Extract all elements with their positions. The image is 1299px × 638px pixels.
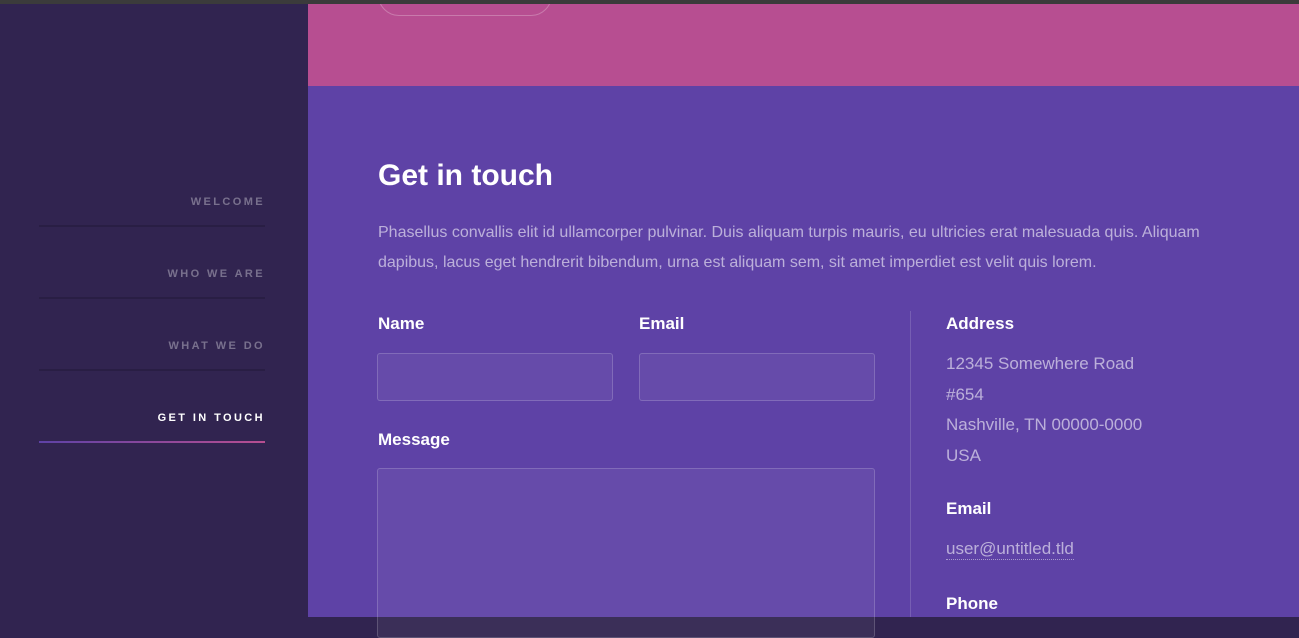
sidebar-item-underline: [39, 369, 265, 371]
page-title: Get in touch: [378, 159, 553, 192]
window-top-edge: [0, 0, 1299, 4]
sidebar-link-welcome[interactable]: Welcome: [191, 196, 265, 208]
sidebar-item-who-we-are: Who we are: [39, 262, 265, 334]
sidebar-item-what-we-do: What we do: [39, 334, 265, 406]
name-label: Name: [378, 314, 425, 333]
address-line: USA: [946, 445, 981, 465]
sidebar-item-welcome: Welcome: [39, 190, 265, 262]
address-heading: Address: [946, 314, 1015, 333]
sidebar-link-who-we-are[interactable]: Who we are: [167, 268, 265, 280]
address-line: #654: [946, 384, 984, 404]
phone-heading: Phone: [946, 594, 998, 613]
name-input[interactable]: [377, 353, 613, 401]
email-heading: Email: [946, 499, 992, 518]
message-label: Message: [378, 430, 450, 449]
sidebar-link-get-in-touch[interactable]: Get in touch: [158, 412, 265, 424]
sidebar-item-get-in-touch: Get in touch: [39, 406, 265, 478]
address-line: 12345 Somewhere Road: [946, 354, 1135, 373]
previous-section-band: [308, 0, 1299, 86]
sidebar-item-underline: [39, 225, 265, 227]
email-link[interactable]: user@untitled.tld: [946, 539, 1074, 560]
column-divider: [910, 311, 911, 617]
address-block: 12345 Somewhere Road #654 Nashville, TN …: [946, 349, 1142, 471]
sidebar-link-what-we-do[interactable]: What we do: [168, 340, 265, 352]
sidebar-item-underline: [39, 297, 265, 299]
address-line: Nashville, TN 00000-0000: [946, 415, 1143, 434]
sidebar: Welcome Who we are What we do Get in tou…: [0, 4, 308, 617]
sidebar-nav: Welcome Who we are What we do Get in tou…: [39, 190, 265, 478]
email-label: Email: [639, 314, 685, 333]
email-input[interactable]: [639, 353, 875, 401]
message-textarea[interactable]: [377, 468, 875, 638]
intro-text: Phasellus convallis elit id ullamcorper …: [378, 224, 1200, 271]
contact-section: Get in touch Phasellus convallis elit id…: [308, 86, 1299, 638]
sidebar-item-active-underline: [39, 441, 265, 443]
